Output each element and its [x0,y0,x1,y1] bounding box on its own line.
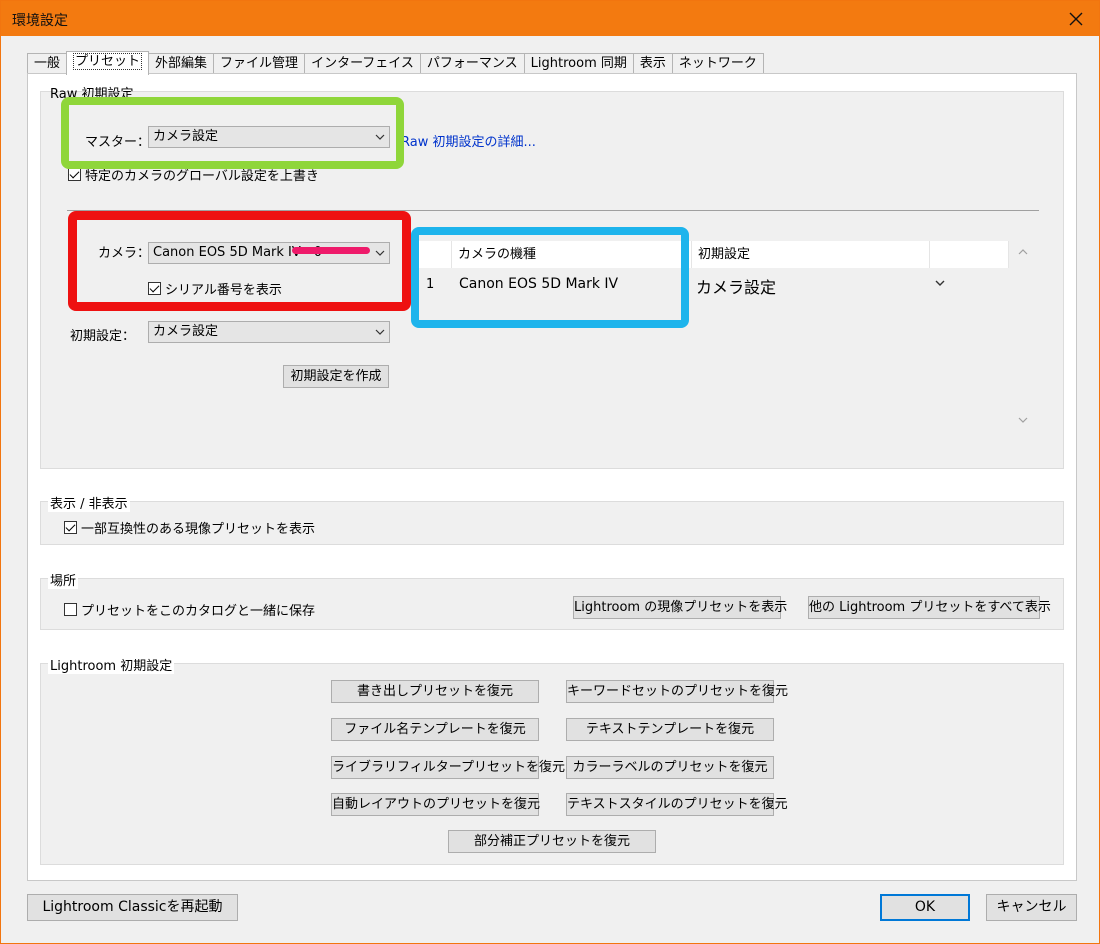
restore-export-presets-button[interactable]: 書き出しプリセットを復元 [331,680,539,703]
chevron-down-icon [375,329,385,335]
tab-external-editing[interactable]: 外部編集 [148,53,215,74]
scroll-down-icon[interactable] [1017,415,1029,425]
show-partially-compatible-checkbox[interactable]: 一部互換性のある現像プリセットを表示 [64,518,315,537]
restore-local-adjustment-presets-button[interactable]: 部分補正プリセットを復元 [448,830,656,853]
show-partially-compatible-label: 一部互換性のある現像プリセットを表示 [81,522,316,537]
tab-file-handling[interactable]: ファイル管理 [213,53,306,74]
master-dropdown[interactable]: カメラ設定 [148,126,390,148]
restore-color-label-presets-button[interactable]: カラーラベルのプリセットを復元 [566,756,774,779]
checkbox-checked [64,521,77,534]
camera-defaults-table: カメラの機種 初期設定 1 Canon EOS 5D Mark IV カメラ設定 [419,241,1011,431]
tab-lightroom-sync[interactable]: Lightroom 同期 [523,53,634,74]
column-header-empty [930,241,1009,268]
tab-general[interactable]: 一般 [27,53,68,74]
tab-presets[interactable]: プリセット [66,51,150,75]
override-camera-checkbox[interactable]: 特定のカメラのグローバル設定を上書き [68,165,319,184]
chevron-down-icon [375,250,385,256]
master-label: マスター： [85,135,151,150]
row-number: 1 [426,277,435,292]
restore-library-filter-presets-button[interactable]: ライブラリフィルタープリセットを復元 [331,756,565,779]
row-default-setting[interactable]: カメラ設定 [696,274,776,298]
tab-performance[interactable]: パフォーマンス [419,53,525,74]
checkbox-checked [148,282,161,295]
table-header: カメラの機種 初期設定 [419,241,1009,268]
store-with-catalog-label: プリセットをこのカタログと一緒に保存 [81,604,316,619]
restore-filename-templates-button[interactable]: ファイル名テンプレートを復元 [331,718,539,741]
override-camera-label: 特定のカメラのグローバル設定を上書き [85,169,319,184]
restore-auto-layout-presets-button[interactable]: 自動レイアウトのプリセットを復元 [331,793,540,816]
tab-strip: 一般 プリセット 外部編集 ファイル管理 インターフェイス パフォーマンス Li… [27,51,764,75]
restore-text-templates-button[interactable]: テキストテンプレートを復元 [566,718,774,741]
location-title: 場所 [48,570,79,589]
column-header-number [419,241,452,268]
create-default-button[interactable]: 初期設定を作成 [283,365,389,388]
show-serial-checkbox[interactable]: シリアル番号を表示 [148,279,282,298]
restart-lightroom-button[interactable]: Lightroom Classicを再起動 [27,894,238,921]
tab-network[interactable]: ネットワーク [671,53,764,74]
cancel-button[interactable]: キャンセル [986,894,1077,921]
close-icon [1069,12,1083,25]
default-value: カメラ設定 [153,324,219,339]
master-value: カメラ設定 [153,129,219,144]
column-header-default[interactable]: 初期設定 [692,241,930,268]
preferences-window: 環境設定 一般 プリセット 外部編集 ファイル管理 インターフェイス パフォーマ… [0,0,1100,944]
separator [67,210,1039,211]
show-all-presets-button[interactable]: 他の Lightroom プリセットをすべて表示 [808,596,1051,619]
visibility-title: 表示 / 非表示 [48,493,130,512]
camera-label: カメラ： [98,246,151,261]
raw-details-link[interactable]: Raw 初期設定の詳細... [401,131,536,150]
restore-text-style-presets-button[interactable]: テキストスタイルのプリセットを復元 [566,793,788,816]
show-serial-label: シリアル番号を表示 [165,283,282,298]
column-header-model[interactable]: カメラの機種 [452,241,692,268]
window-title: 環境設定 [12,13,68,29]
tab-display[interactable]: 表示 [632,53,673,74]
default-label: 初期設定： [70,329,136,344]
table-scrollbar[interactable] [1015,241,1032,431]
store-with-catalog-checkbox[interactable]: プリセットをこのカタログと一緒に保存 [64,600,315,619]
close-button[interactable] [1053,1,1099,36]
chevron-down-icon[interactable] [935,279,945,287]
scroll-up-icon[interactable] [1017,247,1029,257]
row-camera-model: Canon EOS 5D Mark IV [459,276,619,292]
raw-defaults-title: Raw 初期設定 [50,87,134,102]
lightroom-defaults-title: Lightroom 初期設定 [48,655,175,674]
checkbox-unchecked [64,603,77,616]
chevron-down-icon [375,134,385,140]
tab-interface[interactable]: インターフェイス [304,53,421,74]
default-dropdown[interactable]: カメラ設定 [148,321,390,343]
restore-keyword-set-presets-button[interactable]: キーワードセットのプリセットを復元 [566,680,788,703]
title-bar: 環境設定 [1,1,1099,36]
checkbox-checked [68,168,81,181]
ok-button[interactable]: OK [880,894,970,921]
serial-redaction [292,247,370,254]
show-develop-presets-button[interactable]: Lightroom の現像プリセットを表示 [573,596,787,619]
tab-presets-label: プリセット [73,53,143,70]
